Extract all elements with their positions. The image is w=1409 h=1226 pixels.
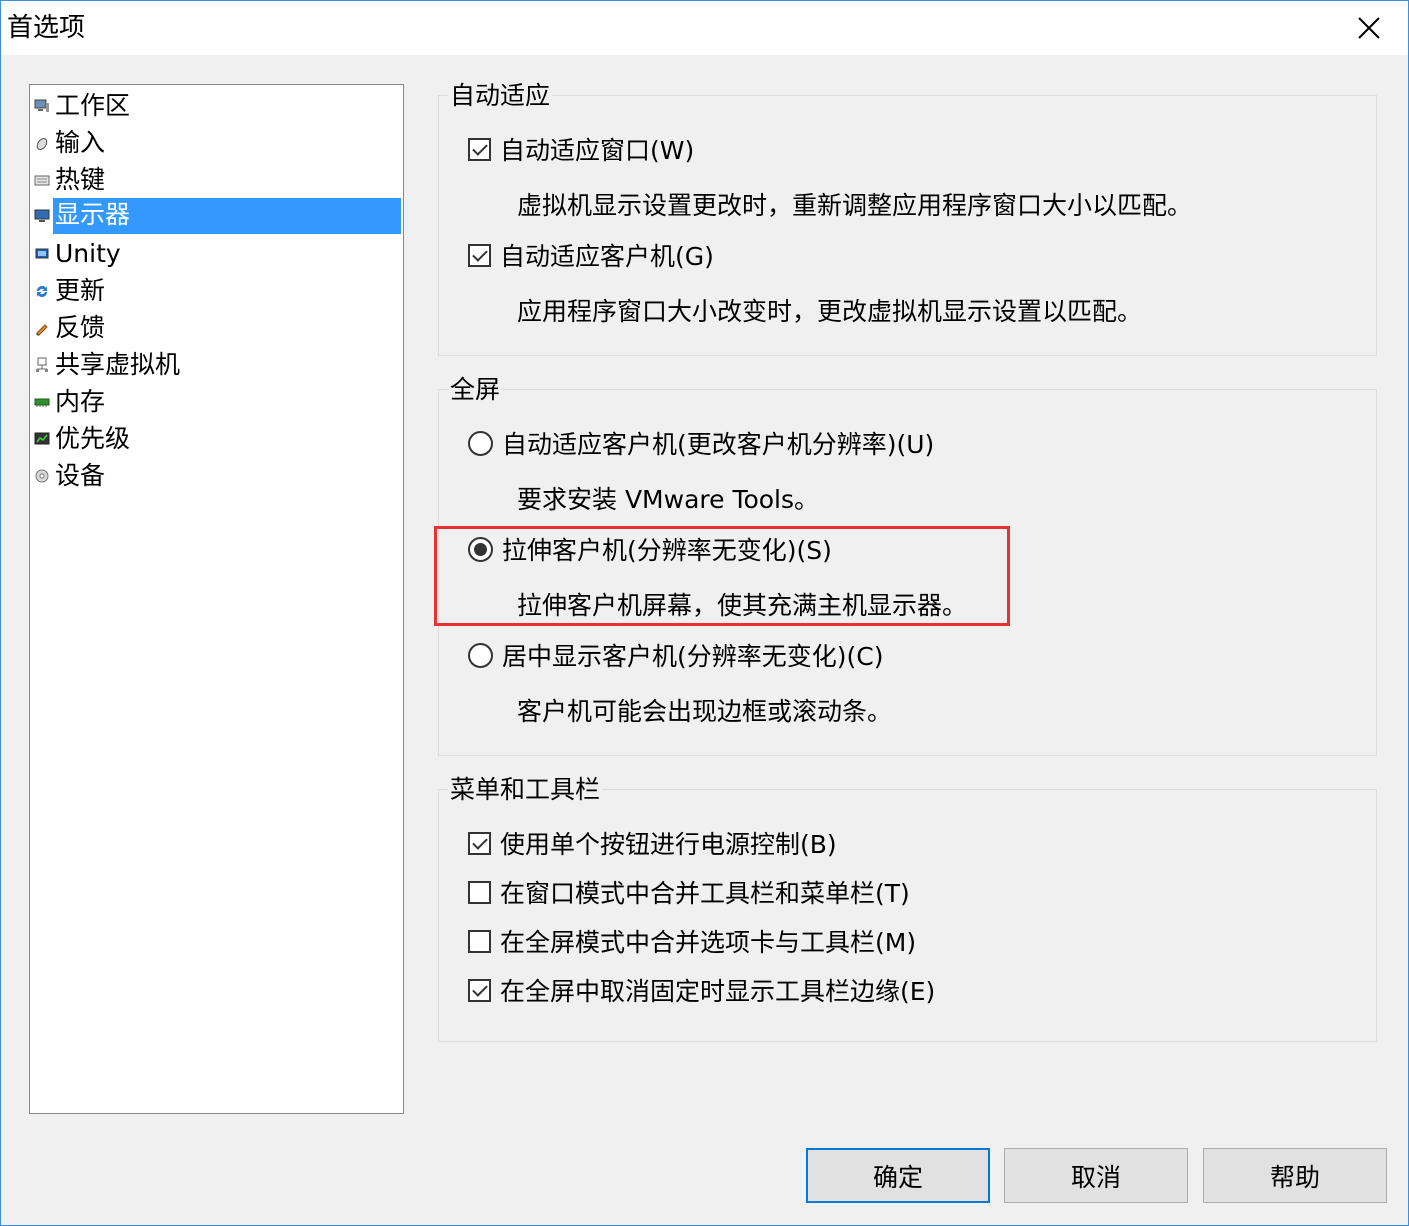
- update-icon: [34, 283, 50, 299]
- checkbox-autofit-window-label: 自动适应窗口(W): [500, 136, 695, 165]
- window-title: 首选项: [7, 13, 86, 43]
- radio-autofit-guest-resolution-label: 自动适应客户机(更改客户机分辨率)(U): [502, 430, 935, 459]
- group-fullscreen-title: 全屏: [448, 375, 503, 405]
- radio-center-guest[interactable]: 居中显示客户机(分辨率无变化)(C): [468, 639, 883, 671]
- tree-item-feedback[interactable]: 反馈: [34, 310, 107, 346]
- memory-icon: [34, 394, 50, 410]
- tree-item-memory[interactable]: 内存: [34, 384, 107, 420]
- tree-item-update[interactable]: 更新: [34, 273, 107, 309]
- device-icon: [34, 468, 50, 484]
- ok-button[interactable]: 确定: [806, 1148, 990, 1203]
- fullscreen-opt3-description: 客户机可能会出现边框或滚动条。: [517, 697, 893, 726]
- tree-item-label: 热键: [55, 165, 106, 194]
- checkbox-combine-tabs-toolbar-label: 在全屏模式中合并选项卡与工具栏(M): [500, 928, 917, 957]
- checkbox-autofit-window-box[interactable]: [468, 137, 491, 161]
- tree-item-label: 显示器: [53, 198, 401, 234]
- preferences-dialog: 首选项 工作区 输入 热键 显示器 Unity 更新 反馈 共享虚拟机 内存 优…: [0, 0, 1409, 1226]
- radio-center-guest-label: 居中显示客户机(分辨率无变化)(C): [502, 642, 884, 671]
- tree-item-display[interactable]: 显示器: [34, 198, 401, 234]
- tree-item-label: 共享虚拟机: [55, 350, 181, 379]
- highlight-box: [434, 526, 1010, 626]
- checkbox-autofit-window[interactable]: 自动适应窗口(W): [468, 133, 694, 165]
- tree-item-priority[interactable]: 优先级: [34, 421, 132, 457]
- radio-autofit-guest-resolution[interactable]: 自动适应客户机(更改客户机分辨率)(U): [468, 427, 934, 459]
- title-bar: 首选项: [1, 1, 1408, 55]
- feedback-icon: [34, 320, 50, 336]
- checkbox-show-toolbar-edge-label: 在全屏中取消固定时显示工具栏边缘(E): [500, 977, 936, 1006]
- checkbox-single-power-button[interactable]: 使用单个按钮进行电源控制(B): [468, 827, 837, 859]
- tree-item-label: 设备: [55, 461, 106, 490]
- checkbox-combine-tabs-toolbar-box[interactable]: [468, 929, 491, 953]
- tree-item-label: 内存: [55, 387, 106, 416]
- tree-item-label: 反馈: [55, 313, 106, 342]
- cancel-button[interactable]: 取消: [1004, 1148, 1188, 1203]
- group-autofit-title: 自动适应: [448, 81, 553, 111]
- help-button[interactable]: 帮助: [1203, 1148, 1387, 1203]
- monitor-icon: [34, 208, 50, 224]
- checkbox-single-power-button-box[interactable]: [468, 831, 491, 855]
- tree-item-label: Unity: [55, 239, 121, 268]
- unity-icon: [34, 246, 50, 262]
- tree-item-label: 更新: [55, 276, 106, 305]
- shared-vm-icon: [34, 357, 50, 373]
- radio-autofit-guest-resolution-circle[interactable]: [468, 430, 493, 456]
- tree-item-shared-vms[interactable]: 共享虚拟机: [34, 347, 182, 383]
- category-tree[interactable]: 工作区 输入 热键 显示器 Unity 更新 反馈 共享虚拟机 内存 优先级 设…: [29, 84, 404, 1114]
- tree-item-unity[interactable]: Unity: [34, 236, 123, 272]
- close-button[interactable]: [1330, 1, 1408, 55]
- tree-item-workspace[interactable]: 工作区: [34, 88, 132, 124]
- autofit-guest-description: 应用程序窗口大小改变时，更改虚拟机显示设置以匹配。: [517, 297, 1143, 326]
- tree-item-devices[interactable]: 设备: [34, 458, 107, 494]
- group-menu-toolbar-title: 菜单和工具栏: [448, 775, 603, 805]
- tree-item-label: 输入: [55, 128, 106, 157]
- workspace-icon: [34, 98, 50, 114]
- checkbox-show-toolbar-edge[interactable]: 在全屏中取消固定时显示工具栏边缘(E): [468, 974, 935, 1006]
- tree-item-input[interactable]: 输入: [34, 125, 107, 161]
- fullscreen-opt1-description: 要求安装 VMware Tools。: [517, 485, 820, 514]
- checkbox-combine-toolbar-menubar-label: 在窗口模式中合并工具栏和菜单栏(T): [500, 879, 910, 908]
- close-icon: [1358, 17, 1380, 39]
- mouse-icon: [34, 135, 50, 151]
- checkbox-combine-tabs-toolbar[interactable]: 在全屏模式中合并选项卡与工具栏(M): [468, 925, 916, 957]
- autofit-window-description: 虚拟机显示设置更改时，重新调整应用程序窗口大小以匹配。: [517, 191, 1193, 220]
- checkbox-combine-toolbar-menubar-box[interactable]: [468, 880, 491, 904]
- checkbox-single-power-button-label: 使用单个按钮进行电源控制(B): [500, 830, 837, 859]
- checkbox-autofit-guest-label: 自动适应客户机(G): [500, 242, 714, 271]
- checkbox-show-toolbar-edge-box[interactable]: [468, 978, 491, 1002]
- checkbox-autofit-guest[interactable]: 自动适应客户机(G): [468, 239, 714, 271]
- radio-center-guest-circle[interactable]: [468, 642, 493, 668]
- tree-item-label: 工作区: [55, 91, 131, 120]
- checkbox-autofit-guest-box[interactable]: [468, 243, 491, 267]
- tree-item-hotkeys[interactable]: 热键: [34, 162, 107, 198]
- keyboard-icon: [34, 172, 50, 188]
- tree-item-label: 优先级: [55, 424, 131, 453]
- checkbox-combine-toolbar-menubar[interactable]: 在窗口模式中合并工具栏和菜单栏(T): [468, 876, 910, 908]
- priority-icon: [34, 431, 50, 447]
